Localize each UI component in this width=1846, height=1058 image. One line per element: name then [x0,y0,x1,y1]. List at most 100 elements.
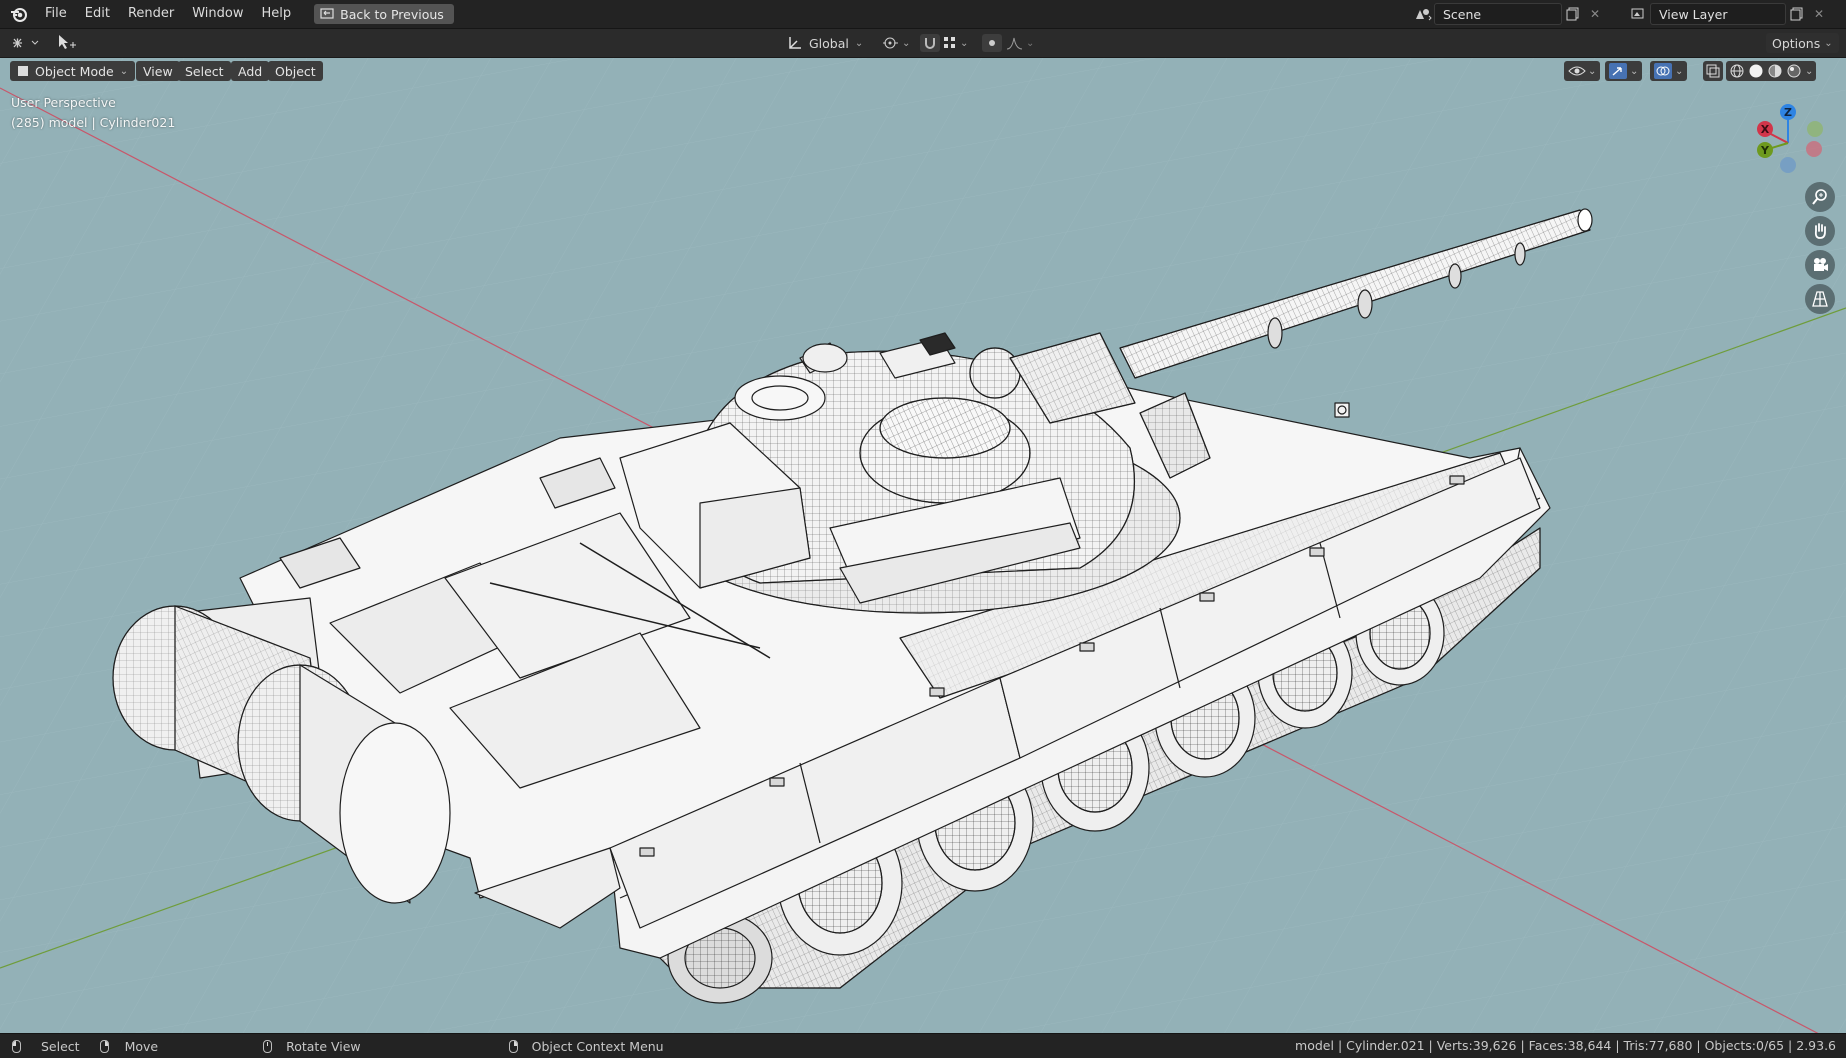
tool-settings-bar: Global ⌄ ⌄ ⌄ ⌄ Options ⌄ [0,29,1846,58]
add-menu-label: Add [238,63,263,79]
transform-orientation-dropdown[interactable]: Global ⌄ [787,33,863,53]
gizmo-x-label: X [1761,123,1770,136]
shading-mode-group: ⌄ [1726,61,1817,81]
top-menu-bar: File Edit Render Window Help Back to Pre… [0,0,1846,29]
magnet-icon [920,34,940,52]
viewport-menu-add[interactable]: Add [231,61,270,81]
snap-increment-icon [944,37,955,48]
view-perspective-label: User Perspective [11,95,116,110]
mouse-middle-icon [263,1039,273,1053]
chevron-down-icon: ⌄ [1026,37,1035,49]
scene-selector: Scene ✕ [1412,3,1606,25]
gizmo-toggle[interactable]: ⌄ [1605,61,1643,81]
material-shading-icon[interactable] [1767,63,1783,79]
falloff-curve-icon [1006,37,1023,50]
3d-viewport[interactable]: Object Mode ⌄ View Select Add Object ⌄ ⌄… [0,58,1846,1033]
overlay-toggle[interactable]: ⌄ [1650,61,1688,81]
object-mode-icon [18,66,28,76]
back-to-previous-label: Back to Previous [340,6,444,22]
pivot-point-dropdown[interactable]: ⌄ [882,33,910,53]
view-layer-icon[interactable] [1628,4,1650,24]
mouse-left-icon [12,1039,21,1053]
select-menu-label: Select [185,63,224,79]
mouse-right-icon [99,1039,109,1053]
rendered-shading-icon[interactable] [1786,63,1802,79]
gizmo-z-label: Z [1784,106,1792,119]
gizmo-neg-z-icon[interactable] [1780,157,1796,173]
pivot-icon [883,37,898,49]
navigation-gizmo[interactable]: Z X Y [1743,98,1833,188]
chevron-down-icon: ⌄ [902,37,911,49]
camera-icon[interactable] [1805,250,1835,280]
new-scene-icon[interactable] [1562,4,1584,24]
status-move-label: Move [124,1038,159,1054]
view-menu-label: View [143,63,173,79]
solid-shading-icon[interactable] [1748,63,1764,79]
chevron-down-icon: ⌄ [854,37,864,49]
blender-logo-icon[interactable] [8,3,30,25]
pan-hand-icon[interactable] [1805,216,1835,246]
object-mode-dropdown[interactable]: Object Mode ⌄ [10,61,136,81]
mouse-right-icon [508,1039,518,1053]
scene-canvas[interactable] [0,58,1846,1033]
status-select-label: Select [41,1038,80,1054]
zoom-icon[interactable] [1805,182,1835,212]
viewport-menu-select[interactable]: Select [178,61,231,81]
scene-name-value: Scene [1443,6,1482,22]
gizmo-neg-y-icon[interactable] [1807,121,1823,137]
select-tool-icon[interactable] [56,33,78,53]
chevron-down-icon: ⌄ [1675,65,1684,77]
eye-icon [1568,66,1586,76]
status-rotate-label: Rotate View [286,1038,361,1054]
status-move-hint: Move [99,1038,159,1054]
menu-file[interactable]: File [36,0,76,28]
back-screen-icon [320,8,334,19]
options-dropdown[interactable]: Options ⌄ [1766,33,1839,53]
visibility-dropdown[interactable]: ⌄ [1564,61,1601,81]
scene-name-field[interactable]: Scene [1434,3,1562,25]
object-menu-label: Object [275,63,316,79]
gizmo-arrow-icon [1609,63,1627,79]
new-view-layer-icon[interactable] [1786,4,1808,24]
active-object-info: (285) model | Cylinder021 [11,115,176,130]
viewport-menu-object[interactable]: Object [268,61,323,81]
proportional-editing-toggle[interactable] [982,33,1002,53]
scene-statistics: model | Cylinder.021 | Verts:39,626 | Fa… [1295,1038,1836,1053]
status-context-label: Object Context Menu [531,1038,664,1054]
viewport-menu-view[interactable]: View [136,61,180,81]
editor-type-icon[interactable] [10,33,46,53]
delete-view-layer-icon[interactable]: ✕ [1808,4,1830,24]
delete-scene-icon[interactable]: ✕ [1584,4,1606,24]
wireframe-shading-icon[interactable] [1729,63,1745,79]
grid-perspective-icon[interactable] [1805,284,1835,314]
falloff-dropdown[interactable]: ⌄ [1006,33,1034,53]
status-rotate-hint: Rotate View [263,1039,361,1054]
chevron-down-icon: ⌄ [119,65,129,77]
view-layer-value: View Layer [1659,6,1728,22]
gizmo-neg-x-icon[interactable] [1806,141,1822,157]
snap-toggle[interactable]: ⌄ [920,33,968,53]
status-context-hint: Object Context Menu [508,1038,664,1054]
transform-orientation-value: Global [809,35,849,51]
gizmo-y-label: Y [1760,144,1770,157]
object-mode-value: Object Mode [35,63,114,79]
menu-help[interactable]: Help [253,0,301,28]
chevron-down-icon: ⌄ [1805,65,1814,77]
view-layer-selector: View Layer ✕ [1628,3,1830,25]
status-select-hint: Select [12,1039,80,1054]
chevron-down-icon: ⌄ [1588,65,1597,77]
menu-render[interactable]: Render [119,0,183,28]
back-to-previous-button[interactable]: Back to Previous [314,4,454,24]
scene-icon[interactable] [1412,4,1434,24]
chevron-down-icon: ⌄ [1630,65,1639,77]
status-bar: Select Move Rotate View Object Context M… [0,1033,1846,1058]
xray-toggle[interactable] [1703,61,1723,81]
view-layer-field[interactable]: View Layer [1650,3,1786,25]
chevron-down-icon: ⌄ [960,37,969,49]
menu-edit[interactable]: Edit [76,0,119,28]
menu-window[interactable]: Window [183,0,252,28]
orientation-icon [789,37,801,49]
xray-icon [1706,64,1720,78]
overlay-circles-icon [1654,63,1672,79]
chevron-down-icon: ⌄ [1824,37,1833,49]
